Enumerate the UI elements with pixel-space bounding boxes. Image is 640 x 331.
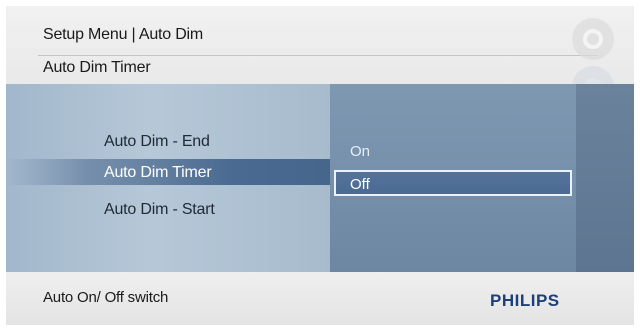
menu-item-auto-dim-end[interactable]: Auto Dim - End [104,133,210,151]
menu-item-auto-dim-timer[interactable]: Auto Dim Timer [104,164,212,182]
menu-item-auto-dim-start[interactable]: Auto Dim - Start [104,201,215,219]
side-panel [576,84,634,272]
page-title: Auto Dim Timer [43,59,151,76]
option-off[interactable]: Off [350,176,370,193]
settings-watermark-icon [572,18,614,60]
brand-logo: PHILIPS [490,291,560,310]
footer-hint: Auto On/ Off switch [43,289,169,306]
header: Setup Menu | Auto Dim Auto Dim Timer [6,6,634,84]
option-on[interactable]: On [350,143,370,160]
header-divider [38,55,598,56]
breadcrumb: Setup Menu | Auto Dim [43,26,204,43]
device-screen: Setup Menu | Auto Dim Auto Dim Timer Aut… [6,6,634,325]
